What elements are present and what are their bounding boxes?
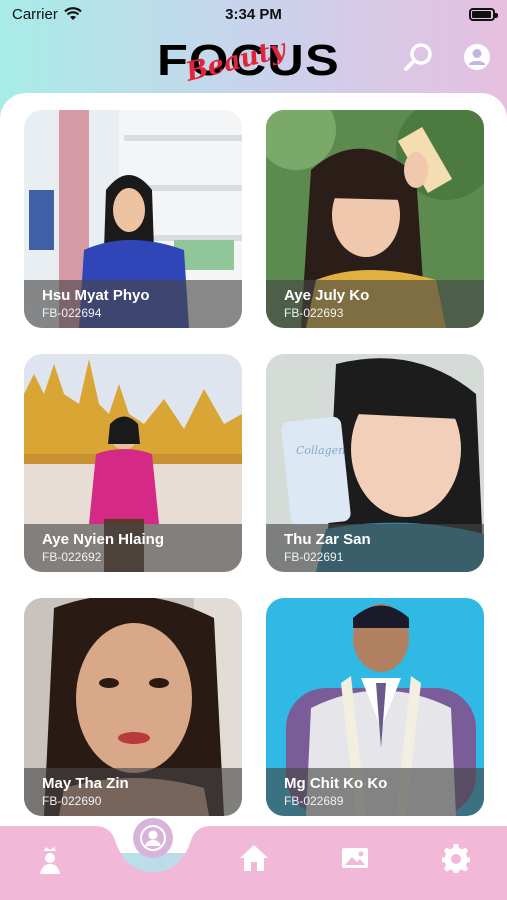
contestant-code: FB-022693	[284, 306, 344, 320]
contestant-icon	[140, 825, 166, 851]
contestant-code: FB-022690	[42, 794, 102, 808]
contestant-code: FB-022692	[42, 550, 102, 564]
contestant-name: Aye July Ko	[284, 287, 370, 304]
gallery-icon	[342, 848, 368, 868]
settings-icon	[442, 844, 470, 873]
contestant-name: Mg Chit Ko Ko	[284, 775, 388, 792]
nav-contest[interactable]	[30, 840, 70, 880]
battery-icon	[469, 7, 498, 21]
status-bar: Carrier 3:34 PM	[0, 0, 507, 28]
focus-beauty-logo: FOCUS Beauty	[157, 32, 353, 88]
status-left: Carrier	[12, 6, 82, 23]
nav-home[interactable]	[234, 838, 274, 878]
contestant-grid: Hsu Myat Phyo FB-022694 Aye July Ko FB-0…	[0, 93, 507, 853]
contestant-name: May Tha Zin	[42, 775, 129, 792]
crown-person-icon	[40, 847, 60, 874]
contestant-code: FB-022691	[284, 550, 344, 564]
contestant-card[interactable]: Collagen Thu Zar San FB-022691	[266, 354, 484, 572]
contestant-card[interactable]: May Tha Zin FB-022690	[24, 598, 242, 816]
nav-contestants[interactable]	[133, 818, 173, 858]
card-caption: Mg Chit Ko Ko FB-022689	[266, 768, 484, 816]
contestant-name: Thu Zar San	[284, 531, 371, 548]
search-button[interactable]	[402, 42, 434, 74]
contestant-name: Hsu Myat Phyo	[42, 287, 150, 304]
contestant-code: FB-022694	[42, 306, 102, 320]
bottom-nav	[0, 810, 507, 900]
contestant-card[interactable]: Aye July Ko FB-022693	[266, 110, 484, 328]
contestant-card[interactable]: Aye Nyien Hlaing FB-022692	[24, 354, 242, 572]
nav-gallery[interactable]	[335, 838, 375, 878]
home-icon	[240, 845, 268, 871]
search-icon	[404, 43, 432, 71]
card-caption: Thu Zar San FB-022691	[266, 524, 484, 572]
profile-button[interactable]	[462, 42, 494, 74]
card-caption: May Tha Zin FB-022690	[24, 768, 242, 816]
contestant-card[interactable]: Mg Chit Ko Ko FB-022689	[266, 598, 484, 816]
card-caption: Aye July Ko FB-022693	[266, 280, 484, 328]
svg-text:Collagen: Collagen	[296, 444, 345, 457]
contestant-code: FB-022689	[284, 794, 344, 808]
contestant-card[interactable]: Hsu Myat Phyo FB-022694	[24, 110, 242, 328]
wifi-icon	[64, 7, 82, 20]
card-caption: Aye Nyien Hlaing FB-022692	[24, 524, 242, 572]
app-header: FOCUS Beauty	[0, 30, 507, 90]
card-caption: Hsu Myat Phyo FB-022694	[24, 280, 242, 328]
carrier-label: Carrier	[12, 5, 58, 23]
contestant-name: Aye Nyien Hlaing	[42, 531, 164, 548]
nav-settings[interactable]	[436, 838, 476, 878]
user-icon	[464, 44, 490, 70]
